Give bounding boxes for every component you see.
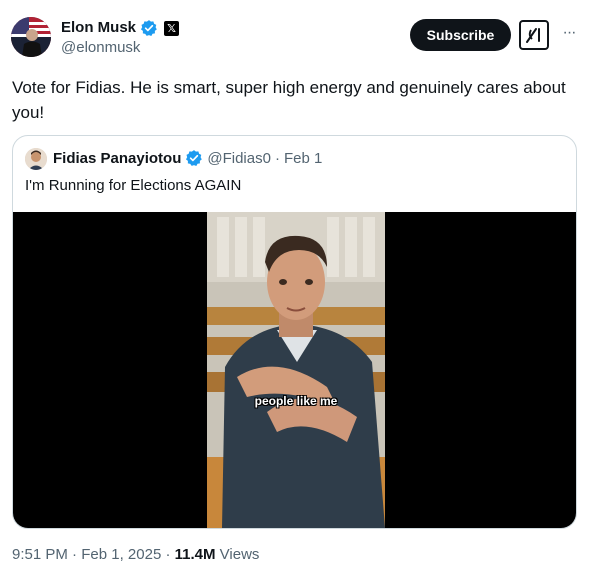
author-avatar[interactable] <box>11 17 51 57</box>
tweet-footer: 9:51 PM · Feb 1, 2025 · 11.4M Views <box>12 546 259 563</box>
tweet-header: Elon Musk 𝕏 @elonmusk Subscribe ··· <box>0 0 589 70</box>
more-options-icon[interactable]: ··· <box>558 22 580 44</box>
video-caption: people like me <box>254 394 338 408</box>
verified-badge-icon <box>140 19 158 37</box>
author-display-name[interactable]: Elon Musk <box>61 18 136 38</box>
quoted-tweet-text: I'm Running for Elections AGAIN <box>25 177 242 194</box>
footer-separator: · <box>72 546 78 563</box>
video-thumbnail: people like me <box>207 212 385 528</box>
quoted-handle: @Fidias0 <box>207 149 271 167</box>
quoted-author-avatar[interactable] <box>25 148 47 170</box>
subscribe-button[interactable]: Subscribe <box>410 19 511 51</box>
x-logo-icon: 𝕏 <box>164 20 180 36</box>
quoted-date: Feb 1 <box>283 149 323 167</box>
quoted-tweet[interactable]: Fidias Panayiotou @Fidias0 · Feb 1 I'm R… <box>12 135 577 529</box>
views-count: 11.4M <box>174 546 216 563</box>
quoted-display-name: Fidias Panayiotou <box>53 149 182 167</box>
tweet-text: Vote for Fidias. He is smart, super high… <box>12 78 566 122</box>
video-player[interactable]: people like me <box>13 212 576 528</box>
grok-icon[interactable] <box>519 20 549 50</box>
verified-badge-icon <box>185 149 203 167</box>
footer-separator: · <box>165 546 171 563</box>
quoted-author-row: Fidias Panayiotou @Fidias0 · Feb 1 <box>53 149 322 167</box>
author-handle[interactable]: @elonmusk <box>61 39 140 56</box>
tweet-time[interactable]: 9:51 PM <box>12 546 68 563</box>
author-name-row: Elon Musk 𝕏 <box>61 18 180 38</box>
views-label: Views <box>219 546 260 563</box>
tweet-date[interactable]: Feb 1, 2025 <box>81 546 161 563</box>
meta-separator: · <box>274 149 280 167</box>
